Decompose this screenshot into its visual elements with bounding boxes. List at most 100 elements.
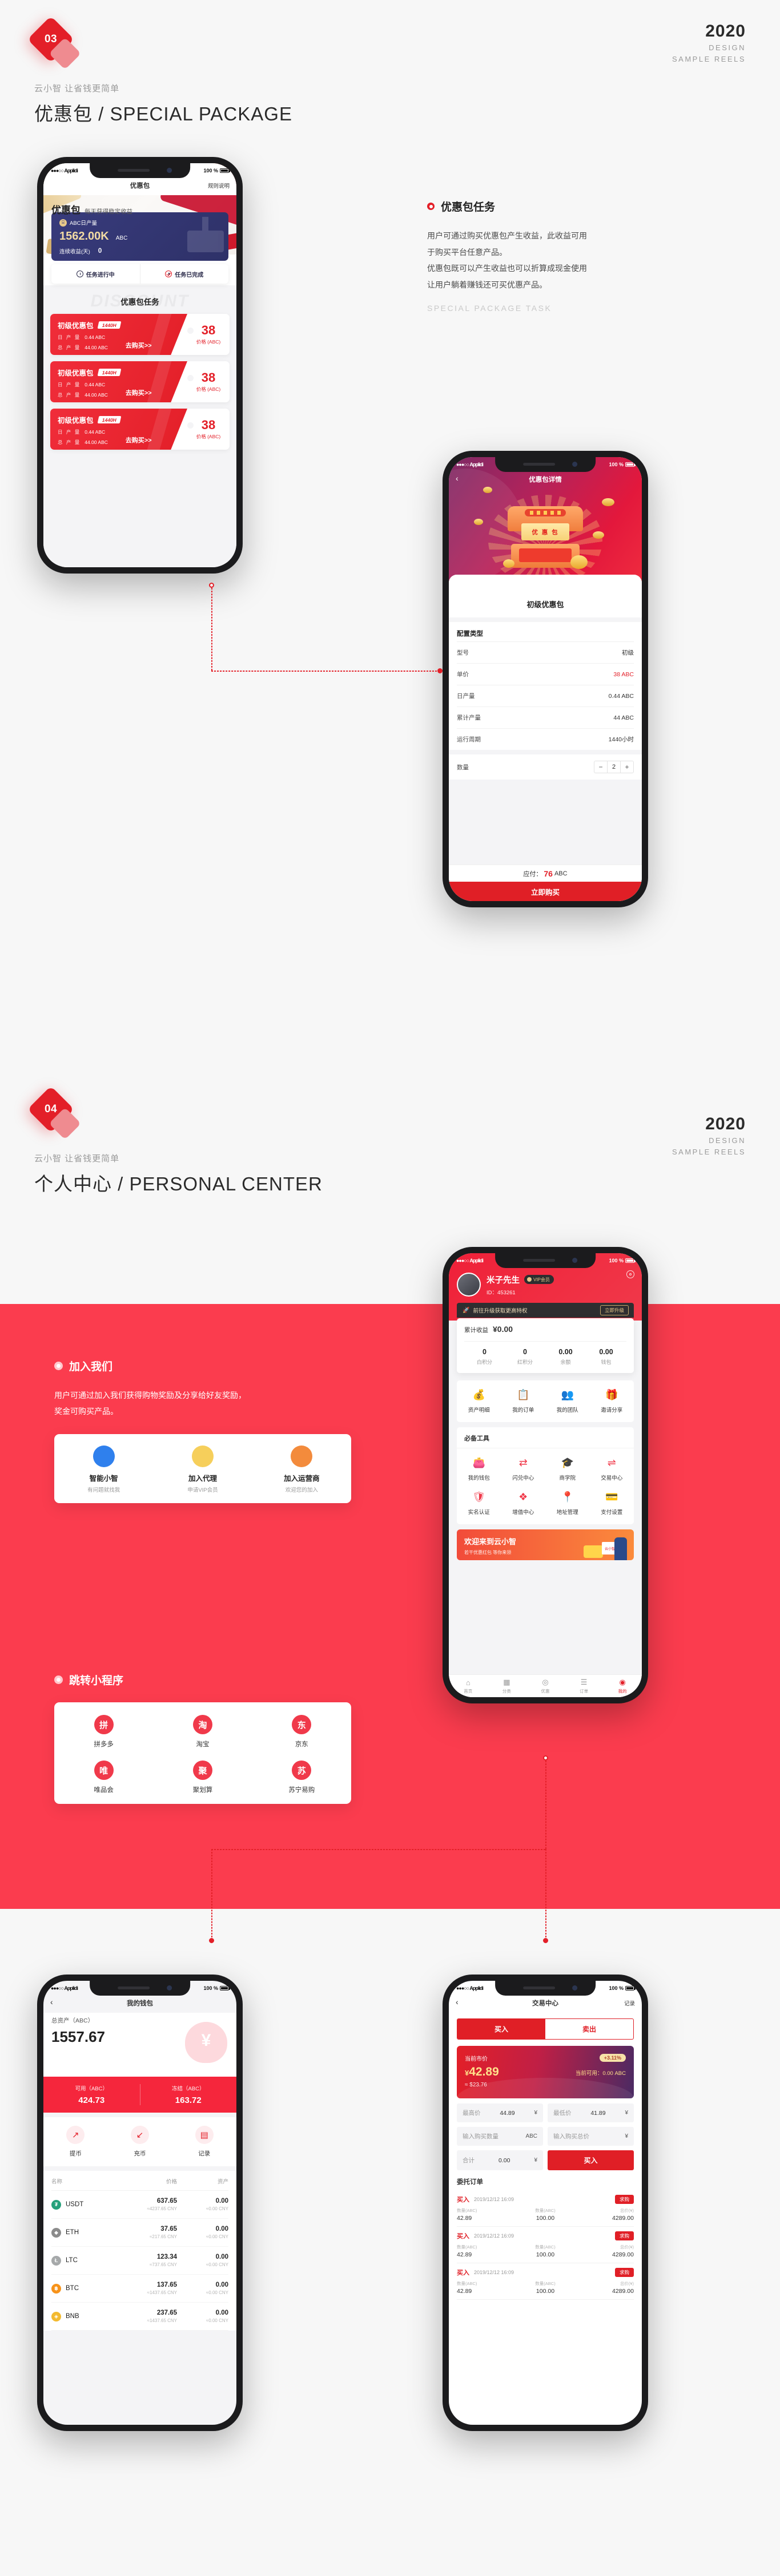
stat-label: 钱包 (601, 1359, 612, 1365)
wallet-action-label: 充币 (134, 2150, 146, 2157)
tabbar-item[interactable]: ◎ 优惠 (526, 1678, 565, 1694)
mini-program-item[interactable]: 淘淘宝 (153, 1715, 252, 1749)
coin-row[interactable]: Ł LTC 123.34 ≈737.65 CNY 0.00 ≈0.00 CNY (51, 2247, 228, 2275)
order-qty-value: 100.00 (536, 2251, 555, 2258)
order-action-button[interactable]: 求购 (614, 2268, 634, 2277)
quick-action[interactable]: 🎁 邀请分享 (590, 1388, 634, 1415)
package-card[interactable]: 初级优惠包 1440H 日 产 量 0.44 ABC 总 产 量 44.00 ABC … (50, 314, 230, 355)
order-action-button[interactable]: 求购 (614, 2195, 634, 2204)
join-card[interactable]: 智能小智有问题就找我 (54, 1446, 153, 1493)
order-action-button[interactable]: 求购 (614, 2231, 634, 2240)
package-buy-link[interactable]: 去购买>> (126, 435, 152, 445)
tabbar-item[interactable]: ☰ 订单 (565, 1678, 604, 1694)
mini-program-item[interactable]: 聚聚划算 (153, 1761, 252, 1795)
tool-label: 闪兑中心 (512, 1475, 534, 1481)
coin-asset-cny: ≈0.00 CNY (206, 2206, 228, 2211)
package-task-list: 优惠包任务 初级优惠包1440H 日 产 量0.44 ABC 总 产 量44.0… (43, 285, 236, 567)
tabbar-item[interactable]: ▦ 分类 (488, 1678, 526, 1694)
frozen-value: 163.72 (175, 2095, 202, 2105)
quantity-stepper[interactable]: − 2 + (594, 761, 634, 773)
tool-item[interactable]: ⇄ 闪兑中心 (501, 1456, 546, 1483)
section-03-badge: 03 (27, 15, 86, 63)
buy-now-button[interactable]: 立即购买 (449, 882, 642, 901)
package-buy-link[interactable]: 去购买>> (126, 388, 152, 397)
mini-program-item[interactable]: 苏苏宁易购 (252, 1761, 351, 1795)
tabbar-item[interactable]: ⌂ 首页 (449, 1678, 488, 1694)
tab-sell[interactable]: 卖出 (545, 2019, 633, 2039)
order-row[interactable]: 买入 2019/12/12 16:09 求购 数量(ABC) 42.89 数量(ABC… (457, 2263, 634, 2300)
tab-buy[interactable]: 买入 (457, 2019, 545, 2039)
mini-program-item[interactable]: 拼拼多多 (54, 1715, 153, 1749)
wallet-action[interactable]: ▤ 记录 (172, 2126, 236, 2158)
join-card[interactable]: 加入代理 申请VIP会员 (153, 1446, 252, 1493)
chest-label: 优 惠 包 (521, 523, 569, 540)
tabbar-icon: ◎ (542, 1678, 549, 1686)
quick-action[interactable]: 📋 我的订单 (501, 1388, 546, 1415)
trade-records-link[interactable]: 记录 (624, 1999, 635, 2007)
tab-task-done[interactable]: 任务已完成 (140, 264, 229, 284)
back-icon[interactable]: ‹ (456, 1997, 459, 2006)
upgrade-banner[interactable]: 🚀 前往升级获取更高特权 立即升级 (457, 1303, 634, 1318)
coin-asset-cny: ≈0.00 CNY (206, 2234, 228, 2239)
tool-item[interactable]: 👛 我的钱包 (457, 1456, 501, 1483)
quick-action[interactable]: 💰 资产明细 (457, 1388, 501, 1415)
buy-quantity-input[interactable]: 输入购买数量 ABC (457, 2127, 543, 2146)
join-card-icon (93, 1446, 115, 1467)
package-total-value: 44.00 ABC (85, 392, 108, 398)
upgrade-button[interactable]: 立即升级 (600, 1305, 629, 1315)
tool-item[interactable]: 💳 支付设置 (590, 1490, 634, 1517)
coin-asset: 0.00 (215, 2282, 228, 2288)
package-daily-label: 日 产 量 (58, 382, 81, 387)
wallet-action[interactable]: ↙ 充币 (108, 2126, 172, 2158)
package-buy-link[interactable]: 去购买>> (126, 341, 152, 350)
mini-program-item[interactable]: 东京东 (252, 1715, 351, 1749)
qty-plus-button[interactable]: + (621, 761, 633, 773)
stat-item: 0 白积分 (464, 1348, 505, 1366)
tool-item[interactable]: ⇌ 交易中心 (590, 1456, 634, 1483)
battery-icon (220, 168, 230, 173)
wallet-total: 总资产（ABC） 1557.67 (43, 2013, 236, 2077)
order-row[interactable]: 买入 2019/12/12 16:09 求购 数量(ABC) 42.89 数量(ABC… (457, 2227, 634, 2263)
mini-program-item[interactable]: 唯唯品会 (54, 1761, 153, 1795)
join-card-sub: 申请VIP会员 (187, 1487, 218, 1493)
order-side: 买入 (457, 2197, 469, 2203)
join-card-icon (291, 1446, 313, 1467)
coin-symbol: BNB (66, 2313, 79, 2320)
coin-row[interactable]: ฿ BTC 137.65 ≈1437.65 CNY 0.00 ≈0.00 CNY (51, 2275, 228, 2303)
join-card-title: 智能小智 (89, 1475, 118, 1483)
order-row[interactable]: 买入 2019/12/12 16:09 求购 数量(ABC) 42.89 数量(ABC… (457, 2190, 634, 2227)
package-rules-link[interactable]: 规则说明 (208, 181, 230, 189)
coin-row[interactable]: ◆ ETH 37.65 ≈217.65 CNY 0.00 ≈0.00 CNY (51, 2219, 228, 2247)
tab-task-running[interactable]: 任务进行中 (51, 264, 140, 284)
join-card-sub: 有问题就找我 (87, 1487, 120, 1493)
qty-minus-button[interactable]: − (594, 761, 607, 773)
package-hero-title: 优惠包 (51, 205, 81, 216)
package-card[interactable]: 初级优惠包 1440H 日 产 量 0.44 ABC 总 产 量 44.00 ABC … (50, 361, 230, 402)
wallet-action-icon: ▤ (195, 2126, 214, 2144)
wallet-action[interactable]: ↗ 提币 (43, 2126, 108, 2158)
submit-buy-button[interactable]: 买入 (548, 2150, 634, 2170)
tabbar-item[interactable]: ◉ 我的 (603, 1678, 642, 1694)
buy-total-input[interactable]: 输入购买总价 ¥ (548, 2127, 634, 2146)
coin-price: 123.34 (156, 2254, 177, 2260)
quick-action[interactable]: 👥 我的团队 (545, 1388, 590, 1415)
join-para-2: 奖金可购买产品。 (54, 1407, 118, 1416)
tool-item[interactable]: 🎓 商学院 (545, 1456, 590, 1483)
vip-dot-icon (527, 1277, 532, 1282)
tabbar-label: 我的 (618, 1689, 627, 1694)
gear-icon[interactable] (626, 1270, 634, 1278)
order-price-label: 数量(ABC) (457, 2281, 477, 2286)
coin-price-cny: ≈1437.65 CNY (147, 2290, 177, 2295)
welcome-banner[interactable]: 欢迎来到云小智 若干优惠红包 等你来领 云小智 (457, 1529, 634, 1560)
back-icon[interactable]: ‹ (50, 1997, 53, 2006)
mini-program-icon: 苏 (292, 1761, 312, 1780)
package-hours: 1440H (97, 321, 121, 329)
coin-row[interactable]: ₮ USDT 637.65 ≈4237.65 CNY 0.00 ≈0.00 CNY (51, 2191, 228, 2219)
join-card[interactable]: 加入运营商 欢迎您的加入 (252, 1446, 351, 1493)
tool-item[interactable]: 📍 地址管理 (545, 1490, 590, 1517)
package-card[interactable]: 初级优惠包 1440H 日 产 量 0.44 ABC 总 产 量 44.00 ABC … (50, 409, 230, 450)
tool-item[interactable]: ❖ 增值中心 (501, 1490, 546, 1517)
tool-item[interactable]: 🛡 实名认证 (457, 1490, 501, 1517)
back-icon[interactable]: ‹ (456, 474, 459, 483)
coin-row[interactable]: ◈ BNB 237.65 ≈1437.65 CNY 0.00 ≈0.00 CNY (51, 2303, 228, 2331)
